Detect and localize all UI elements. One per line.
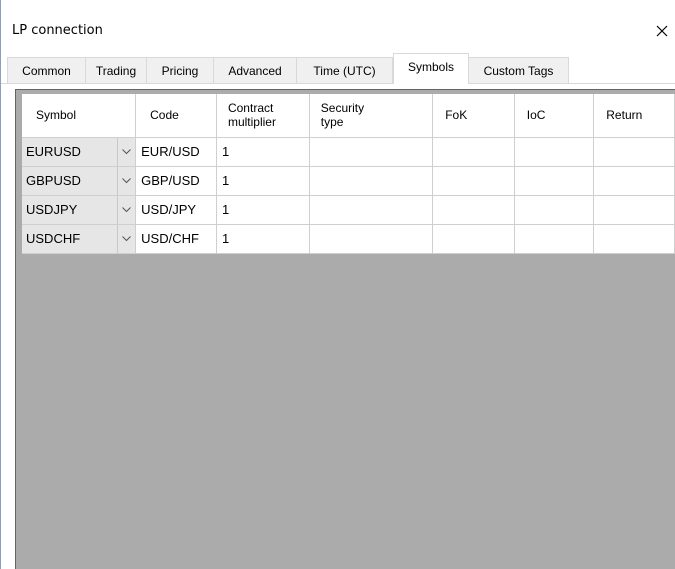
column-header-security-type[interactable]: Security type — [309, 94, 434, 138]
tab-advanced[interactable]: Advanced — [213, 57, 297, 83]
close-button[interactable] — [649, 16, 675, 46]
dropdown-button[interactable] — [117, 166, 136, 195]
column-header-symbol[interactable]: Symbol — [22, 94, 137, 138]
window-title: LP connection — [12, 23, 103, 38]
fok-cell[interactable] — [432, 195, 515, 225]
ioc-cell[interactable] — [514, 137, 595, 167]
security-type-cell[interactable] — [309, 137, 434, 167]
contract-multiplier-cell[interactable]: 1 — [216, 224, 310, 254]
code-cell[interactable]: USD/CHF — [135, 224, 217, 254]
return-cell[interactable] — [593, 224, 675, 254]
table-row[interactable]: USDCHF USD/CHF 1 — [22, 224, 675, 254]
security-type-cell[interactable] — [309, 166, 434, 196]
chevron-down-icon — [122, 206, 131, 212]
fok-cell[interactable] — [432, 224, 515, 254]
return-cell[interactable] — [593, 195, 675, 225]
symbol-combobox[interactable]: GBPUSD — [22, 166, 137, 196]
fok-cell[interactable] — [432, 166, 515, 196]
ioc-cell[interactable] — [514, 224, 595, 254]
chevron-down-icon — [122, 148, 131, 154]
table-row[interactable]: USDJPY USD/JPY 1 — [22, 195, 675, 225]
dropdown-button[interactable] — [117, 195, 136, 224]
column-header-ioc[interactable]: IoC — [514, 94, 595, 138]
table-header-row: Symbol Code Contract multiplier Security… — [22, 94, 675, 138]
dropdown-button[interactable] — [117, 224, 136, 253]
column-header-contract-multiplier[interactable]: Contract multiplier — [216, 94, 310, 138]
fok-cell[interactable] — [432, 137, 515, 167]
contract-multiplier-cell[interactable]: 1 — [216, 137, 310, 167]
table-row[interactable]: GBPUSD GBP/USD 1 — [22, 166, 675, 196]
security-type-cell[interactable] — [309, 224, 434, 254]
tab-trading[interactable]: Trading — [85, 57, 147, 83]
tab-time-utc[interactable]: Time (UTC) — [296, 57, 393, 83]
ioc-cell[interactable] — [514, 195, 595, 225]
tab-pricing[interactable]: Pricing — [146, 57, 214, 83]
symbol-combobox[interactable]: USDCHF — [22, 224, 137, 254]
symbol-combobox[interactable]: USDJPY — [22, 195, 137, 225]
contract-multiplier-cell[interactable]: 1 — [216, 195, 310, 225]
title-bar: LP connection — [1, 0, 675, 54]
close-icon — [656, 25, 668, 37]
column-header-return[interactable]: Return — [593, 94, 675, 138]
tab-common[interactable]: Common — [7, 57, 86, 83]
symbols-grid[interactable]: Symbol Code Contract multiplier Security… — [15, 89, 675, 569]
column-header-code[interactable]: Code — [135, 94, 217, 138]
column-header-fok[interactable]: FoK — [432, 94, 515, 138]
chevron-down-icon — [122, 177, 131, 183]
return-cell[interactable] — [593, 166, 675, 196]
code-cell[interactable]: USD/JPY — [135, 195, 217, 225]
ioc-cell[interactable] — [514, 166, 595, 196]
code-cell[interactable]: EUR/USD — [135, 137, 217, 167]
lp-connection-dialog: LP connection Common Trading Pricing Adv… — [0, 0, 675, 569]
tab-custom-tags[interactable]: Custom Tags — [468, 57, 569, 83]
tab-symbols[interactable]: Symbols — [393, 53, 469, 84]
security-type-cell[interactable] — [309, 195, 434, 225]
contract-multiplier-cell[interactable]: 1 — [216, 166, 310, 196]
symbol-combobox[interactable]: EURUSD — [22, 137, 137, 167]
code-cell[interactable]: GBP/USD — [135, 166, 217, 196]
chevron-down-icon — [122, 235, 131, 241]
symbols-table: Symbol Code Contract multiplier Security… — [22, 94, 675, 254]
return-cell[interactable] — [593, 137, 675, 167]
table-row[interactable]: EURUSD EUR/USD 1 — [22, 137, 675, 167]
dropdown-button[interactable] — [117, 137, 136, 166]
